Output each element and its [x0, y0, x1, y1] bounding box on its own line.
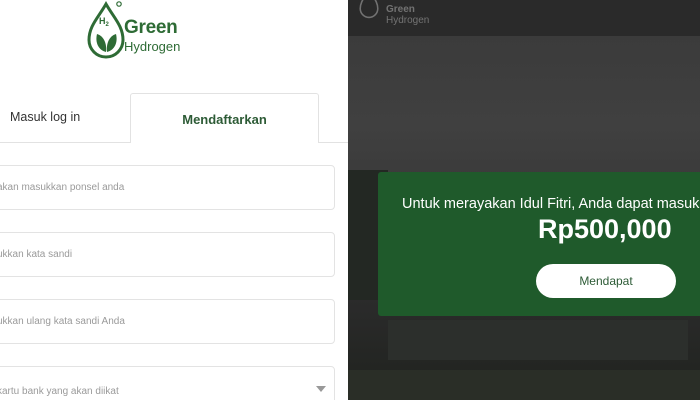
tab-login[interactable]: Masuk log in — [10, 110, 80, 124]
hydrogen-leaf-logo-icon: H2 — [87, 0, 125, 59]
confirm-password-input[interactable] — [0, 300, 334, 343]
brand-logo: H2 Green Hydrogen — [86, 0, 186, 62]
claim-button[interactable]: Mendapat — [536, 264, 676, 298]
background-logo: Green Hydrogen — [354, 0, 444, 32]
promo-backdrop: Green Hydrogen Untuk merayakan Idul Fitr… — [348, 0, 700, 400]
promo-message: Untuk merayakan Idul Fitri, Anda dapat m… — [402, 196, 700, 212]
tab-divider — [0, 142, 131, 143]
tab-register-label: Mendaftarkan — [182, 112, 267, 127]
background-logo-line2: Hydrogen — [386, 15, 430, 26]
bank-card-input[interactable] — [0, 367, 334, 400]
phone-input[interactable] — [0, 166, 334, 209]
phone-field[interactable] — [0, 165, 335, 210]
brand-name: Green Hydrogen — [124, 18, 180, 53]
hydrogen-leaf-logo-icon — [359, 0, 379, 19]
background-logo-line1: Green — [386, 4, 415, 15]
confirm-password-field[interactable] — [0, 299, 335, 344]
background-building — [388, 320, 688, 360]
brand-name-line2: Hydrogen — [124, 39, 181, 54]
password-input[interactable] — [0, 233, 334, 276]
password-field[interactable] — [0, 232, 335, 277]
svg-text:H2: H2 — [99, 16, 110, 28]
background-sky — [348, 36, 700, 186]
tab-divider — [318, 142, 348, 143]
chevron-down-icon[interactable] — [316, 386, 326, 392]
promo-amount: Rp500,000 — [538, 214, 672, 244]
brand-name-line1: Green — [124, 17, 178, 38]
tab-register[interactable]: Mendaftarkan — [130, 93, 319, 143]
auth-tabs: Masuk log in Mendaftarkan — [0, 93, 348, 143]
background-logo-text: Green Hydrogen — [386, 4, 429, 26]
promo-modal: Untuk merayakan Idul Fitri, Anda dapat m… — [378, 172, 700, 316]
bank-card-select[interactable] — [0, 366, 335, 400]
registration-panel: H2 Green Hydrogen Masuk log in Mendaftar… — [0, 0, 348, 400]
background-strip — [348, 370, 700, 400]
